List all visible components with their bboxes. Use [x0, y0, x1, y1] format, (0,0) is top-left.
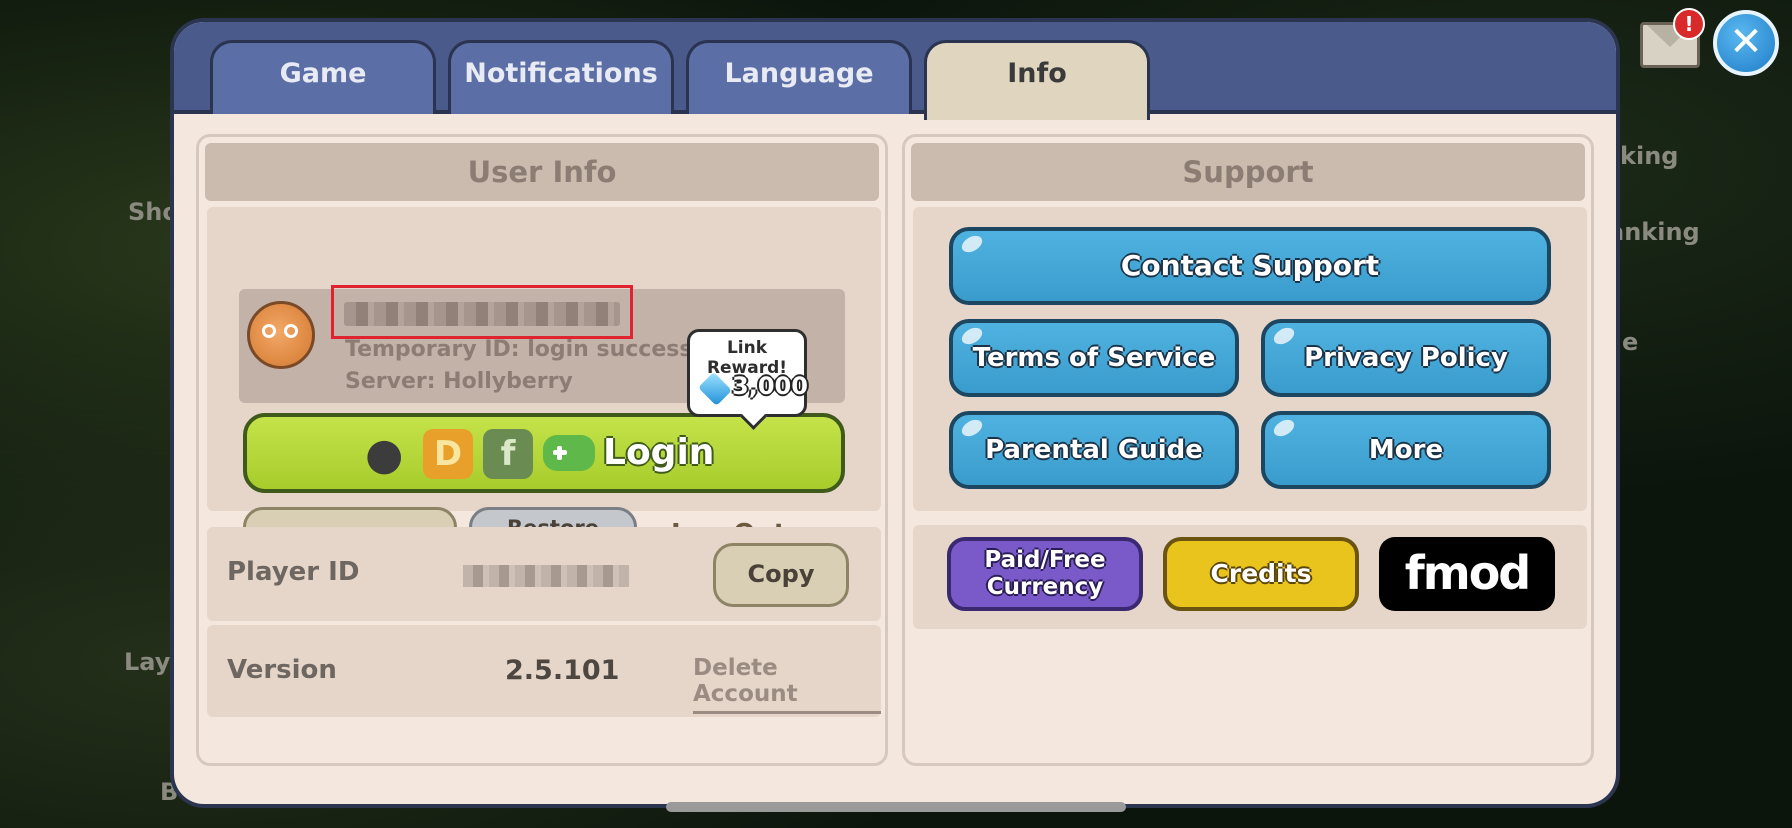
tab-language[interactable]: Language — [686, 40, 912, 114]
player-id-blurred — [463, 565, 629, 587]
tab-bar: Game Notifications Language Info — [174, 22, 1616, 120]
version-row: Version 2.5.101 Delete Account — [207, 625, 881, 717]
support-panel: Support Contact Support Terms of Service… — [902, 134, 1594, 766]
player-id-row: Player ID Copy — [207, 527, 881, 621]
mail-notification-badge: ! — [1673, 8, 1705, 40]
button-shine — [1270, 324, 1298, 348]
link-reward-bubble: Link Reward! 3,000 — [687, 329, 808, 417]
server-text: Server: Hollyberry — [345, 369, 573, 394]
delete-account-link[interactable]: Delete Account — [693, 655, 881, 714]
parental-guide-button[interactable]: Parental Guide — [949, 411, 1239, 489]
home-indicator-bar — [666, 802, 1126, 812]
copy-button[interactable]: Copy — [713, 543, 849, 607]
support-title: Support — [911, 143, 1585, 201]
bg-e-label: e — [1622, 328, 1639, 356]
player-id-label: Player ID — [227, 557, 360, 587]
button-shine — [1270, 416, 1298, 440]
bg-ranking-label-2: anking — [1608, 218, 1700, 246]
settings-modal: Game Notifications Language Info User In… — [174, 22, 1616, 804]
username-highlight-box — [331, 285, 633, 339]
paid-free-currency-button[interactable]: Paid/Free Currency — [947, 537, 1143, 611]
extra-links-section: Paid/Free Currency Credits fmod — [913, 525, 1587, 629]
support-links-section: Contact Support Terms of Service Privacy… — [913, 207, 1587, 511]
login-label: Login — [603, 432, 715, 473]
version-label: Version — [227, 655, 337, 685]
account-section: Temporary ID: login successful! Server: … — [207, 207, 881, 571]
terms-of-service-button[interactable]: Terms of Service — [949, 319, 1239, 397]
apple-icon: ● — [365, 429, 404, 480]
parental-guide-label: Parental Guide — [985, 435, 1203, 465]
link-reward-amount: 3,000 — [732, 372, 808, 400]
avatar — [247, 301, 315, 369]
credits-button[interactable]: Credits — [1163, 537, 1359, 611]
more-button[interactable]: More — [1261, 411, 1551, 489]
more-label: More — [1368, 435, 1444, 465]
tab-notifications[interactable]: Notifications — [448, 40, 674, 114]
user-info-panel: User Info Temporary ID: login successful… — [196, 134, 888, 766]
d-platform-icon: D — [423, 429, 473, 479]
privacy-policy-label: Privacy Policy — [1304, 343, 1508, 373]
bg-ranking-label: king — [1620, 142, 1679, 170]
gamepad-icon — [543, 435, 595, 471]
contact-support-button[interactable]: Contact Support — [949, 227, 1551, 305]
terms-of-service-label: Terms of Service — [972, 343, 1216, 373]
contact-support-label: Contact Support — [1120, 249, 1380, 282]
button-shine — [958, 232, 986, 256]
fmod-logo[interactable]: fmod — [1379, 537, 1555, 611]
tab-game[interactable]: Game — [210, 40, 436, 114]
temporary-id-text: Temporary ID: login successful! — [345, 337, 736, 362]
username-blurred — [344, 302, 620, 326]
user-info-title: User Info — [205, 143, 879, 201]
facebook-icon: f — [483, 429, 533, 479]
button-shine — [958, 416, 986, 440]
version-value: 2.5.101 — [505, 655, 620, 686]
tab-info[interactable]: Info — [924, 40, 1150, 120]
close-button[interactable]: ✕ — [1713, 10, 1779, 76]
privacy-policy-button[interactable]: Privacy Policy — [1261, 319, 1551, 397]
